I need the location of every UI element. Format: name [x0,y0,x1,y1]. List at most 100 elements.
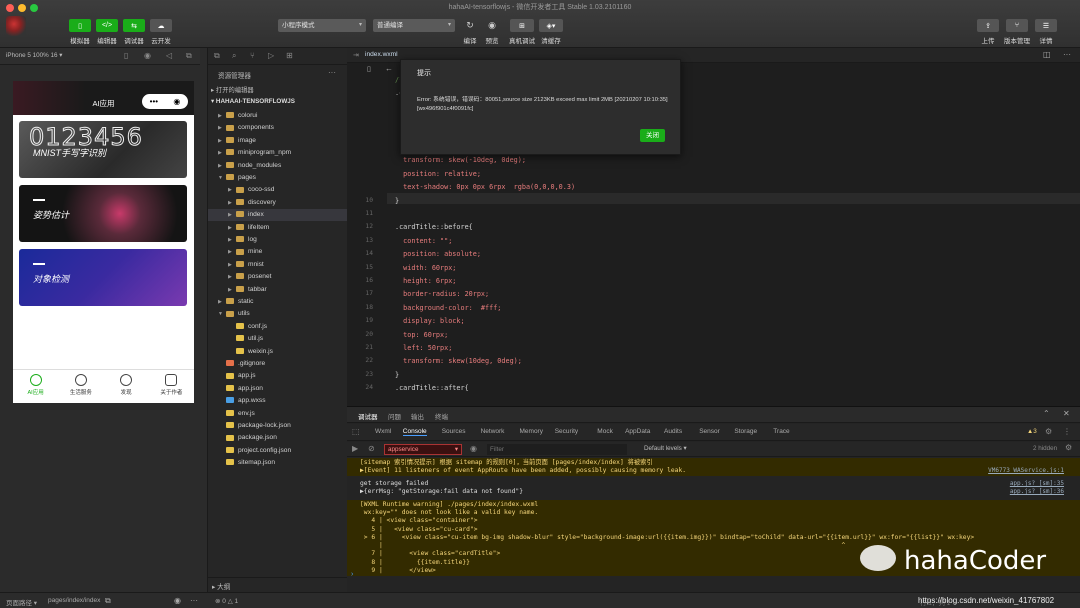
split-icon[interactable]: ⇥ [353,51,359,59]
project-section[interactable]: ▾ HAHAAI-TENSORFLOWJS [211,98,295,105]
tab-life[interactable]: 生活服务 [58,370,103,403]
card-detect[interactable]: 对象检测 [19,249,187,306]
collapse-icon[interactable]: ⌃ [1043,409,1050,418]
context-select[interactable]: appservice ▾ [384,444,462,455]
close-icon[interactable]: ✕ [1063,409,1070,418]
compile-select[interactable]: 普通编译 ▾ [373,19,455,32]
tree-item-mnist[interactable]: ▶ mnist [208,259,348,271]
source-link[interactable]: VM6773 WAService.js:1 [988,466,1064,476]
settings-icon[interactable]: ⚙ [1045,427,1052,436]
debugger-toggle-button[interactable]: ⇆ [123,19,145,32]
problems-indicator[interactable]: ⊗ 0 △ 1 [215,597,238,605]
tree-item--gitignore[interactable]: .gitignore [208,358,348,370]
tree-item-coco-ssd[interactable]: ▶ coco-ssd [208,184,348,196]
more-icon[interactable]: ··· [328,68,336,77]
more-dots-icon[interactable]: ••• [150,97,158,106]
search-icon[interactable]: ⌕ [232,51,236,61]
debug-icon[interactable]: ▷ [268,51,274,60]
cloud-dev-button[interactable]: ☁ [150,19,172,32]
device-select[interactable]: iPhone 5 100% 16 ▾ [6,52,62,59]
tree-item-static[interactable]: ▶ static [208,296,348,308]
tab-terminal[interactable]: 终端 [435,411,448,421]
compile-button[interactable]: ↻ [461,19,479,32]
phone-icon[interactable]: ▯ [124,51,128,60]
devtools-tab-trace[interactable]: Trace [773,428,789,435]
tree-item-lifeitem[interactable]: ▶ lifeItem [208,222,348,234]
popout-icon[interactable]: ⧉ [186,51,192,61]
devtools-tab-network[interactable]: Network [481,428,505,435]
clear-icon[interactable]: ⊘ [368,444,375,453]
tree-item-conf-js[interactable]: conf.js [208,321,348,333]
devtools-tab-security[interactable]: Security [555,428,578,435]
settings-icon[interactable]: ⚙ [1065,443,1072,452]
tree-item-app-wxss[interactable]: app.wxss [208,395,348,407]
close-circle-icon[interactable]: ◉ [173,97,180,106]
files-icon[interactable]: ⧉ [214,51,220,61]
devtools-tab-storage[interactable]: Storage [734,428,757,435]
bookmark-icon[interactable]: ▯ [367,65,371,73]
tree-item-package-lock-json[interactable]: package-lock.json [208,420,348,432]
upload-button[interactable]: ⇪ [977,19,999,32]
tree-item-app-js[interactable]: app.js [208,370,348,382]
tree-item-index[interactable]: ▶ index [208,209,348,222]
tree-item-util-js[interactable]: util.js [208,333,348,345]
version-button[interactable]: ⑂ [1006,19,1028,32]
devtools-tab-sensor[interactable]: Sensor [699,428,720,435]
tree-item-image[interactable]: ▶ image [208,135,348,147]
git-icon[interactable]: ⑂ [250,51,255,60]
devtools-tab-appdata[interactable]: AppData [625,428,650,435]
source-link[interactable]: app.js? [sm]:36 [1010,487,1064,497]
tree-item-pages[interactable]: ▼ pages [208,172,348,184]
inspect-icon[interactable]: ⬚ [352,427,360,436]
devtools-tab-mock[interactable]: Mock [597,428,613,435]
eye-icon[interactable]: ◉ [174,596,181,605]
open-editors-section[interactable]: ▸ 打开的编辑器 [211,85,254,94]
sidebar-icon[interactable]: ▶ [352,444,358,453]
devtools-tab-sources[interactable]: Sources [442,428,466,435]
more-icon[interactable]: ··· [1063,50,1071,59]
card-mnist[interactable]: 0123456 MNIST手写字识别 [19,121,187,178]
tab-ai[interactable]: AI应用 [13,370,58,403]
tree-item-package-json[interactable]: package.json [208,432,348,444]
volume-icon[interactable]: ◁ [166,51,172,60]
mode-select[interactable]: 小程序模式 ▾ [278,19,366,32]
clear-cache-button[interactable]: ◈▾ [539,19,563,32]
page-path-select[interactable]: 页面路径 ▾ [6,597,37,607]
levels-select[interactable]: Default levels ▾ [644,445,687,452]
tree-item-tabbar[interactable]: ▶ tabbar [208,284,348,296]
prompt-icon[interactable]: › [351,571,353,578]
tree-item-weixin-js[interactable]: weixin.js [208,346,348,358]
devtools-tab-audits[interactable]: Audits [664,428,682,435]
tree-item-mine[interactable]: ▶ mine [208,246,348,258]
tab-discover[interactable]: 发现 [104,370,149,403]
simulator-toggle-button[interactable]: ▯ [69,19,91,32]
outline-section[interactable]: ▸ 大纲 [208,577,348,592]
tree-item-utils[interactable]: ▼ utils [208,308,348,320]
avatar[interactable] [6,16,26,36]
preview-button[interactable]: ◉ [483,19,501,32]
devtools-tab-console[interactable]: Console [402,428,427,436]
devtools-tab-wxml[interactable]: Wxml [375,428,391,435]
tree-item-log[interactable]: ▶ log [208,234,348,246]
card-pose[interactable]: 姿势估计 [19,185,187,242]
devtools-tab-memory[interactable]: Memory [520,428,543,435]
warning-badge[interactable]: ▲3 [1027,428,1037,435]
more-icon[interactable]: ⋮ [1063,427,1071,436]
back-icon[interactable]: ← [385,64,393,73]
tree-item-colorui[interactable]: ▶ colorui [208,110,348,122]
copy-icon[interactable]: ⧉ [105,596,111,606]
more-icon[interactable]: ··· [190,596,198,605]
close-button[interactable]: 关闭 [640,129,665,142]
tree-item-components[interactable]: ▶ components [208,122,348,134]
capsule-menu[interactable]: ••• ◉ [142,94,188,109]
eye-icon[interactable]: ◉ [470,444,477,453]
tab-about[interactable]: 关于作者 [149,370,194,403]
tree-item-project-config-json[interactable]: project.config.json [208,445,348,457]
tab-problems[interactable]: 问题 [388,411,401,421]
editor-tab[interactable]: index.wxml [365,51,398,58]
tab-output[interactable]: 输出 [411,411,424,421]
extensions-icon[interactable]: ⊞ [286,51,293,60]
tab-debugger[interactable]: 调试器 [358,411,378,421]
details-button[interactable]: ☰ [1035,19,1057,32]
tree-item-miniprogram-npm[interactable]: ▶ miniprogram_npm [208,147,348,159]
